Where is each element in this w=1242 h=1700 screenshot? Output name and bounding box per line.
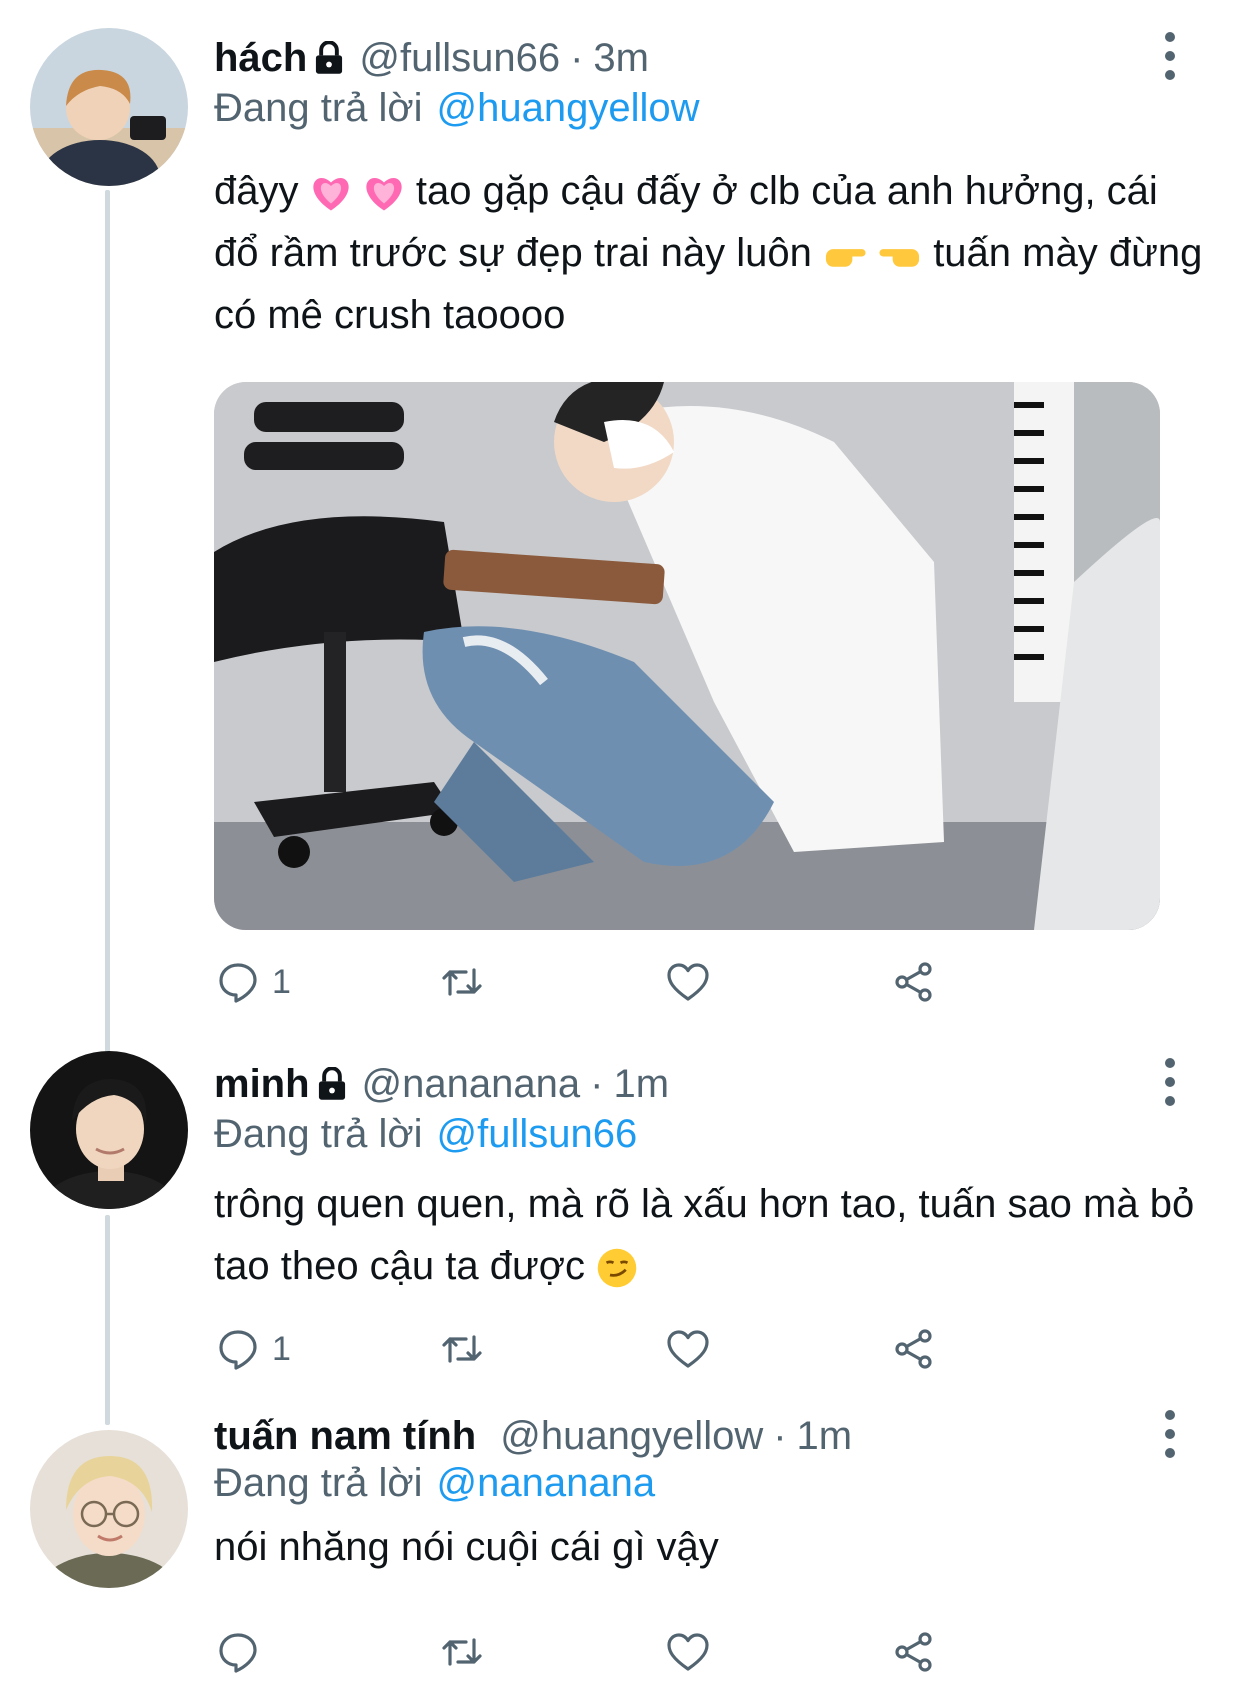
username[interactable]: @fullsun66 [359,36,560,81]
avatar[interactable] [30,1430,188,1588]
timestamp[interactable]: 3m [593,36,649,81]
tweet-media-photo[interactable] [214,382,1160,930]
replying-to-label: Đang trả lời [214,1112,423,1156]
smirking-face-emoji [597,1249,637,1288]
reply-button[interactable]: 1 [214,1325,291,1373]
pink-heart-emoji [312,178,349,211]
reply-button[interactable]: 1 [214,958,291,1006]
avatar[interactable] [30,1051,188,1209]
mention-link[interactable]: @huangyellow [437,86,700,130]
tweet-text: trông quen quen, mà rõ là xấu hơn tao, t… [214,1173,1204,1297]
more-icon[interactable] [1160,1410,1180,1470]
tweet-text-part: nói nhăng nói cuội cái gì vậy [214,1525,719,1569]
replying-to-label: Đang trả lời [214,86,423,130]
display-name[interactable]: tuấn nam tính [214,1414,476,1459]
tweet-text-part: trông quen quen, mà rõ là xấu hơn tao, t… [214,1182,1195,1288]
replying-to: Đang trả lời @huangyellow [214,78,700,138]
display-name[interactable]: minh [214,1062,310,1107]
avatar[interactable] [30,28,188,186]
replying-to-label: Đang trả lời [214,1461,423,1505]
share-button[interactable] [890,1325,938,1373]
separator-dot: · [570,35,584,80]
username[interactable]: @huangyellow [500,1414,763,1459]
lock-icon [316,41,343,74]
like-button[interactable] [664,1628,712,1676]
pointing-left-emoji [879,249,920,268]
tweet[interactable]: tuấn nam tính @huangyellow · 1m Đang trả… [0,1410,1242,1700]
avatar-image [30,1051,188,1209]
tweet-actions: 1 [214,958,1034,1018]
retweet-button[interactable] [438,958,486,1006]
timestamp[interactable]: 1m [613,1062,669,1107]
mention-link[interactable]: @fullsun66 [437,1112,638,1156]
mention-link[interactable]: @nananana [437,1461,656,1505]
separator-dot: · [773,1413,787,1458]
like-button[interactable] [664,1325,712,1373]
tweet-actions [214,1628,1034,1688]
reply-icon [219,963,257,1003]
pink-heart-emoji [366,178,402,211]
display-name[interactable]: hách [214,36,307,81]
avatar-image [30,28,188,186]
share-button[interactable] [890,958,938,1006]
like-icon [667,1330,709,1368]
tweet-text: nói nhăng nói cuội cái gì vậy [214,1516,1204,1578]
like-icon [667,963,709,1001]
like-icon [667,1633,709,1671]
username[interactable]: @nananana [362,1062,581,1107]
reply-count: 1 [272,1329,291,1368]
replying-to: Đang trả lời @fullsun66 [214,1104,637,1164]
lock-icon [318,1067,345,1100]
share-icon [895,1329,932,1369]
retweet-icon [442,968,482,996]
reply-icon [219,1633,257,1673]
avatar-image [30,1430,188,1588]
tweet-text-part: đâyy [214,169,299,213]
more-icon[interactable] [1160,1058,1180,1118]
share-icon [895,962,932,1002]
tweet[interactable]: minh @nananana · 1m Đang trả lời @fullsun… [0,1040,1242,1410]
share-button[interactable] [890,1628,938,1676]
separator-dot: · [590,1061,604,1106]
retweet-icon [442,1638,482,1666]
tweet[interactable]: hách @fullsun66 · 3m Đang trả lời @huangy… [0,0,1242,1040]
retweet-icon [442,1335,482,1363]
tweet-actions: 1 [214,1325,1034,1385]
reply-icon [219,1330,257,1370]
reply-count: 1 [272,962,291,1001]
reply-button[interactable] [214,1628,272,1676]
pointing-right-emoji [825,249,866,268]
retweet-button[interactable] [438,1628,486,1676]
photo-image [214,382,1160,930]
timestamp[interactable]: 1m [797,1414,853,1459]
retweet-button[interactable] [438,1325,486,1373]
share-icon [895,1632,932,1672]
replying-to: Đang trả lời @nananana [214,1453,655,1513]
more-icon[interactable] [1160,32,1180,92]
tweet-text: đâyy tao gặp cậu đấy ở clb của anh hưởng… [214,160,1204,346]
like-button[interactable] [664,958,712,1006]
